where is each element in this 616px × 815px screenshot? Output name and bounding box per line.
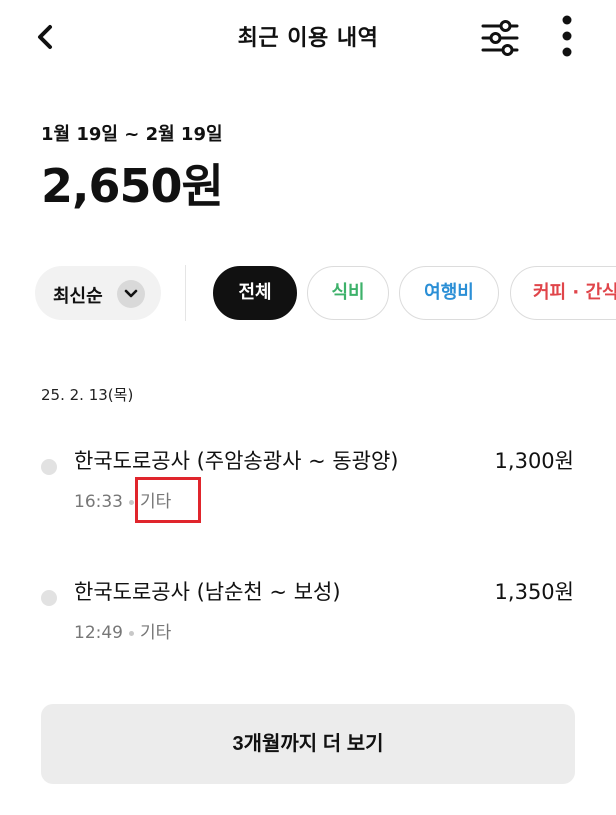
sort-dropdown[interactable]: 최신순 xyxy=(35,266,161,320)
transaction-merchant: 한국도로공사 (주암송광사 ~ 동광양) xyxy=(74,449,399,473)
more-options-button[interactable] xyxy=(552,12,582,64)
transaction-category[interactable]: 기타 xyxy=(140,618,171,643)
filter-button[interactable] xyxy=(478,16,522,60)
status-dot xyxy=(41,459,57,475)
category-chip-travel[interactable]: 여행비 xyxy=(399,266,499,320)
date-group-label: 25. 2. 13(목) xyxy=(41,386,134,404)
sliders-icon xyxy=(481,20,519,56)
status-dot xyxy=(41,590,57,606)
sort-label: 최신순 xyxy=(53,286,103,307)
category-chip-all[interactable]: 전체 xyxy=(213,266,297,320)
category-chip-food[interactable]: 식비 xyxy=(307,266,389,320)
separator-dot xyxy=(129,630,134,636)
more-vertical-icon xyxy=(562,15,572,57)
transaction-merchant: 한국도로공사 (남순천 ~ 보성) xyxy=(74,580,341,604)
category-chip-coffee-snack[interactable]: 커피 · 간식 xyxy=(510,266,616,320)
transaction-row[interactable]: 한국도로공사 (남순천 ~ 보성) 1,350원 12:49 기타 xyxy=(0,576,616,666)
transaction-time: 16:33 xyxy=(74,492,123,512)
chip-divider xyxy=(185,265,186,321)
transaction-time: 12:49 xyxy=(74,623,123,643)
page-title: 최근 이용 내역 xyxy=(237,26,379,51)
chevron-down-icon xyxy=(117,280,145,308)
transaction-amount: 1,300원 xyxy=(494,449,574,473)
transaction-amount: 1,350원 xyxy=(494,580,574,604)
screen: 최근 이용 내역 1월 19일 ~ 2월 19일 2,650원 최신순 전체 식… xyxy=(0,0,616,815)
period-label: 1월 19일 ~ 2월 19일 xyxy=(41,124,223,145)
app-header: 최근 이용 내역 xyxy=(0,0,616,76)
total-amount: 2,650원 xyxy=(41,159,224,213)
highlight-box xyxy=(135,477,201,523)
transaction-row[interactable]: 한국도로공사 (주암송광사 ~ 동광양) 1,300원 16:33 기타 xyxy=(0,445,616,535)
transaction-meta: 12:49 기타 xyxy=(74,618,171,643)
category-filter-row: 최신순 전체 식비 여행비 커피 · 간식 xyxy=(0,265,616,321)
separator-dot xyxy=(129,499,134,505)
load-more-button[interactable]: 3개월까지 더 보기 xyxy=(41,704,575,784)
